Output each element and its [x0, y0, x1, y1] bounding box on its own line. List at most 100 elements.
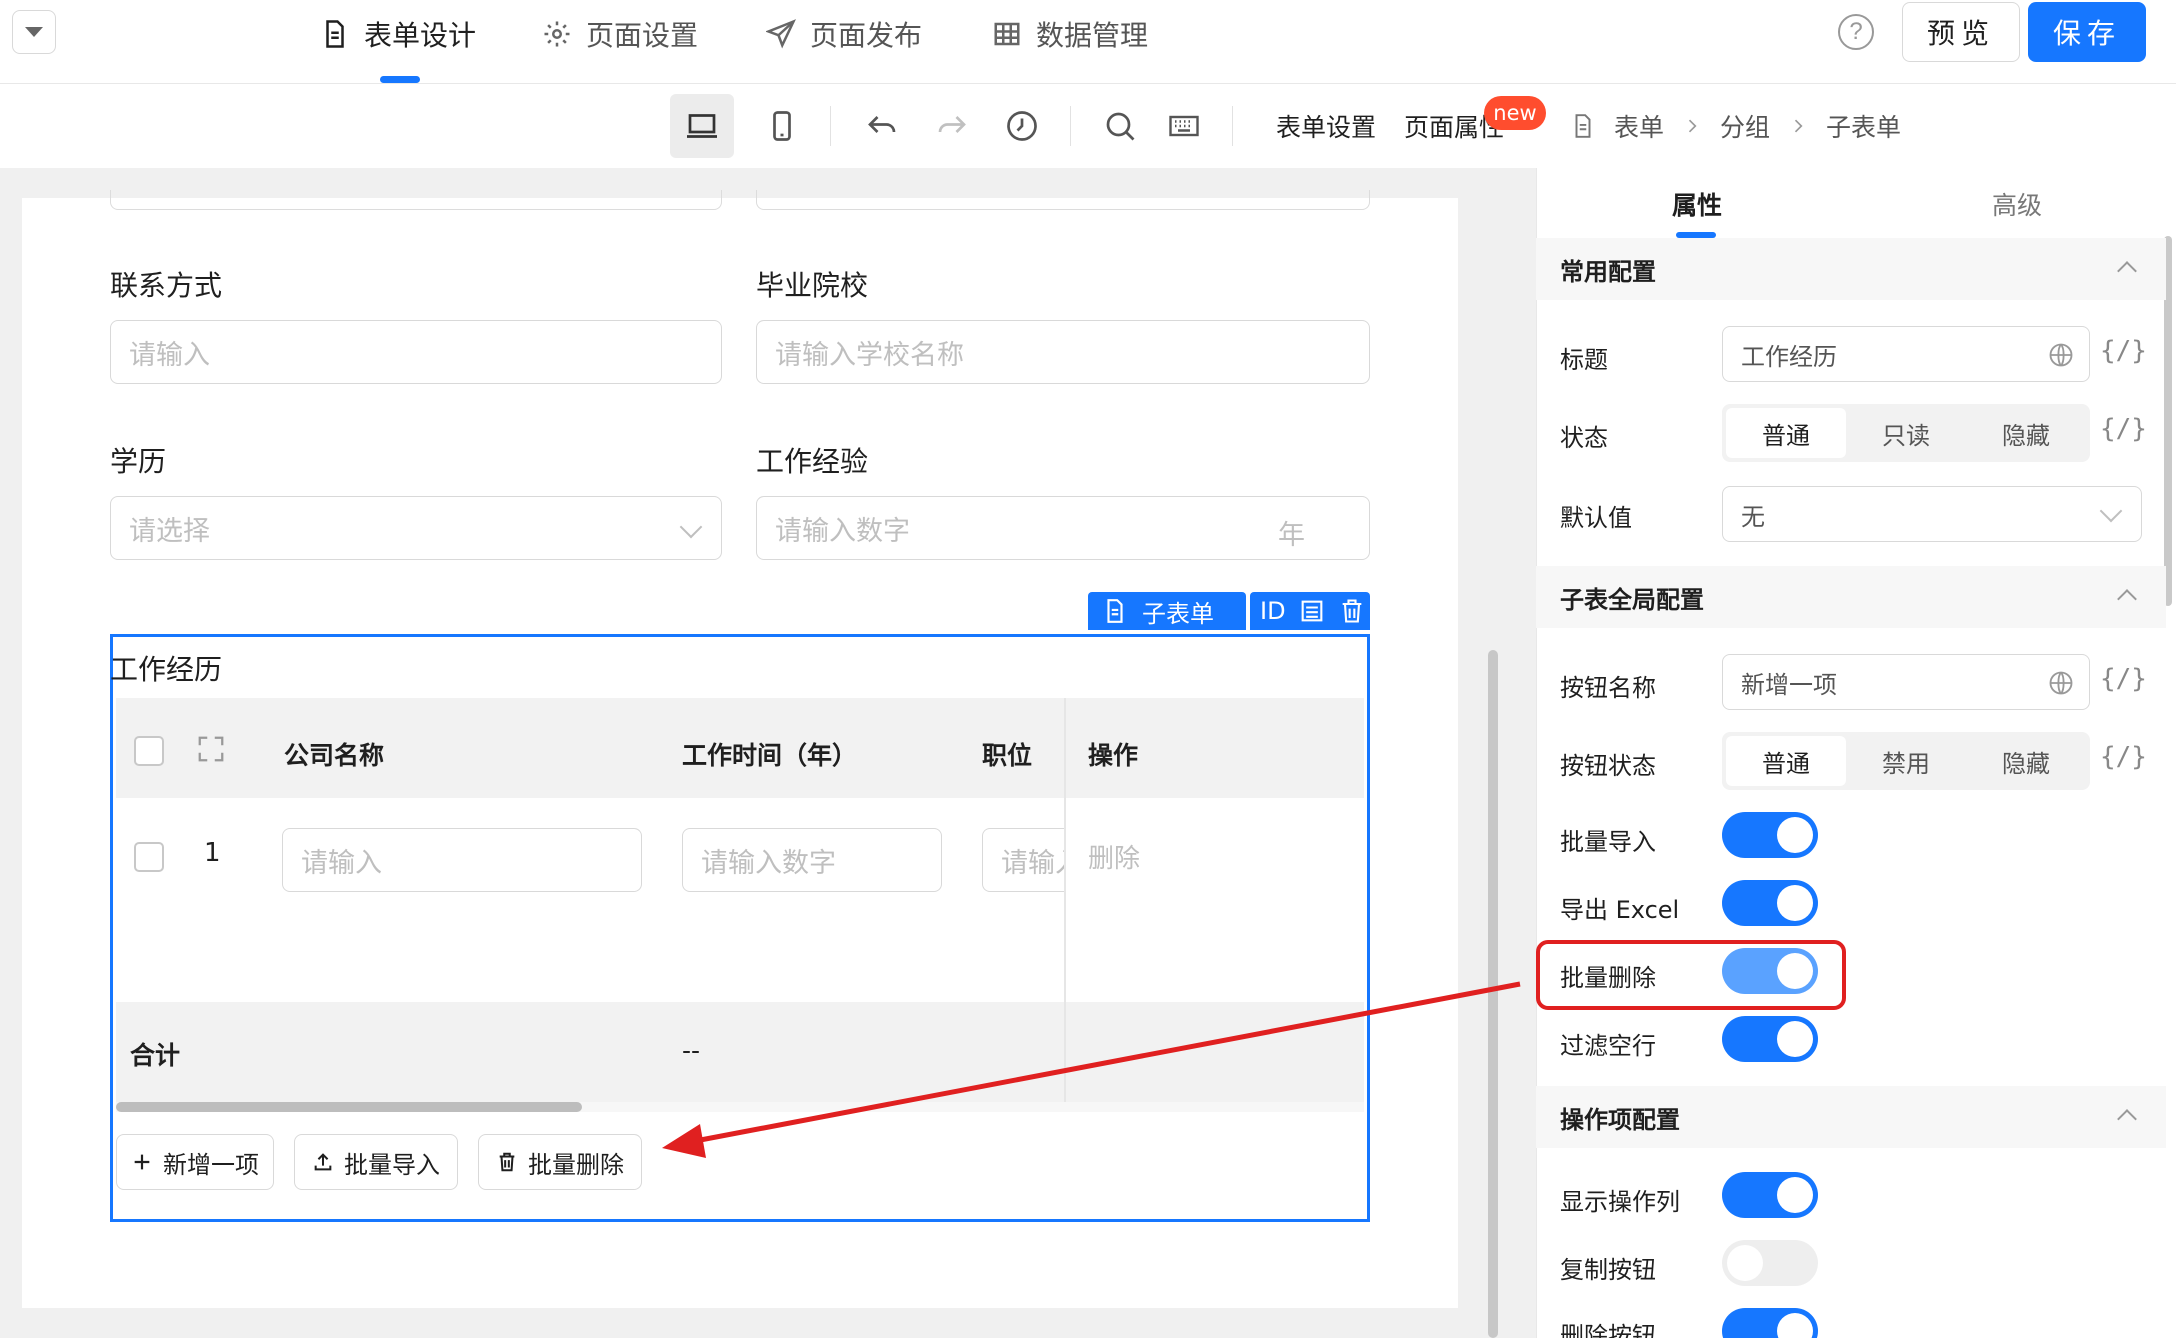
batch-import-label: 批量导入	[344, 1150, 440, 1179]
highlight-box	[1536, 940, 1846, 1010]
gear-icon	[544, 21, 570, 47]
breadcrumb-item-form[interactable]: 表单	[1614, 108, 1664, 144]
summary-label: 合计	[130, 1041, 181, 1070]
button-status-option-hidden[interactable]: 隐藏	[1966, 736, 2086, 786]
breadcrumb: 表单 分组 子表单	[1536, 84, 2176, 168]
code-expression-icon[interactable]: {/}	[2100, 742, 2147, 772]
batch-import-switch[interactable]	[1722, 812, 1818, 858]
tab-label: 页面设置	[586, 19, 699, 52]
row-delete-link[interactable]: 删除	[1088, 838, 1140, 875]
copy-button-switch[interactable]	[1722, 1240, 1818, 1286]
export-excel-switch[interactable]	[1722, 880, 1818, 926]
id-button[interactable]: ID	[1260, 597, 1286, 625]
add-row-label: 新增一项	[163, 1150, 259, 1179]
canvas-scrollbar[interactable]	[1488, 650, 1498, 1338]
status-option-normal[interactable]: 普通	[1726, 408, 1846, 458]
section-subtable-global-config[interactable]: 子表全局配置	[1536, 566, 2166, 628]
clipped-input	[110, 190, 722, 210]
trash-icon[interactable]	[1338, 597, 1366, 625]
document-icon	[1575, 114, 1591, 138]
active-tab-indicator	[380, 76, 420, 83]
tab-label: 数据管理	[1036, 19, 1149, 52]
switch-knob	[1777, 1021, 1813, 1057]
keyboard-button[interactable]	[1152, 94, 1216, 158]
section-action-config[interactable]: 操作项配置	[1536, 1086, 2166, 1148]
field-label-contact: 联系方式	[110, 269, 223, 302]
canvas-toolbar: 表单设置 页面属性	[0, 84, 1536, 168]
chevron-right-icon	[1688, 119, 1697, 133]
table-icon	[994, 22, 1020, 46]
education-select[interactable]: 请选择	[110, 496, 722, 560]
section-title: 常用配置	[1560, 257, 1656, 286]
prop-label-delete-button: 删除按钮	[1560, 1322, 1656, 1338]
caret-down-icon	[25, 27, 43, 37]
list-icon[interactable]	[1298, 597, 1326, 625]
redo-icon	[938, 116, 966, 133]
breadcrumb-item-group[interactable]: 分组	[1720, 108, 1770, 144]
filter-empty-rows-switch[interactable]	[1722, 1016, 1818, 1062]
delete-button-switch[interactable]	[1722, 1308, 1818, 1338]
title-input[interactable]: 工作经历	[1722, 326, 2090, 382]
field-label-school: 毕业院校	[756, 269, 869, 302]
code-expression-icon[interactable]: {/}	[2100, 414, 2147, 444]
select-placeholder: 请选择	[129, 515, 210, 547]
code-expression-icon[interactable]: {/}	[2100, 336, 2147, 366]
switch-knob	[1777, 1177, 1813, 1213]
show-action-column-switch[interactable]	[1722, 1172, 1818, 1218]
globe-icon[interactable]	[2047, 341, 2075, 369]
tab-advanced[interactable]: 高级	[1992, 186, 2042, 222]
batch-delete-button[interactable]: 批量删除	[478, 1134, 642, 1190]
status-option-readonly[interactable]: 只读	[1846, 408, 1966, 458]
position-cell-input[interactable]: 请输入	[982, 828, 1064, 892]
desktop-view-button[interactable]	[670, 94, 734, 158]
chevron-down-icon	[679, 515, 703, 539]
button-name-input[interactable]: 新增一项	[1722, 654, 2090, 710]
contact-input[interactable]: 请输入	[110, 320, 722, 384]
chevron-up-icon	[2117, 261, 2137, 281]
prop-label-filter-empty-rows: 过滤空行	[1560, 1032, 1656, 1060]
tab-form-design[interactable]: 表单设计	[320, 12, 476, 56]
company-cell-input[interactable]: 请输入	[282, 828, 642, 892]
section-title: 子表全局配置	[1560, 585, 1704, 614]
menu-dropdown-button[interactable]	[12, 10, 56, 54]
button-status-option-normal[interactable]: 普通	[1726, 736, 1846, 786]
history-button[interactable]	[990, 94, 1054, 158]
table-horizontal-scrollbar[interactable]	[116, 1102, 582, 1112]
title-value: 工作经历	[1741, 342, 1837, 371]
help-icon[interactable]: ?	[1838, 14, 1874, 50]
tab-page-publish[interactable]: 页面发布	[766, 12, 922, 56]
keyboard-icon	[1169, 115, 1199, 137]
subform-type-tag[interactable]: 子表单	[1088, 592, 1246, 630]
save-button[interactable]: 保存	[2028, 2, 2146, 62]
clock-icon	[1007, 111, 1037, 141]
section-common-config[interactable]: 常用配置	[1536, 238, 2166, 300]
select-all-checkbox[interactable]	[134, 736, 164, 766]
default-value-select[interactable]: 无	[1722, 486, 2142, 542]
globe-icon[interactable]	[2047, 669, 2075, 697]
toolbar-divider	[1232, 106, 1233, 146]
experience-input[interactable]: 请输入数字 年	[756, 496, 1370, 560]
button-name-value: 新增一项	[1741, 670, 1837, 699]
redo-button[interactable]	[920, 94, 984, 158]
subform-actions: ID	[1250, 592, 1370, 630]
tab-data-management[interactable]: 数据管理	[992, 12, 1148, 56]
switch-knob	[1777, 1313, 1813, 1338]
code-expression-icon[interactable]: {/}	[2100, 664, 2147, 694]
add-row-button[interactable]: 新增一项	[116, 1134, 274, 1190]
prop-label-status: 状态	[1560, 424, 1608, 452]
breadcrumb-item-subform[interactable]: 子表单	[1826, 108, 1901, 144]
status-option-hidden[interactable]: 隐藏	[1966, 408, 2086, 458]
mobile-view-button[interactable]	[750, 94, 814, 158]
tab-page-settings[interactable]: 页面设置	[542, 12, 698, 56]
tab-properties[interactable]: 属性	[1672, 186, 1722, 222]
form-settings-link[interactable]: 表单设置	[1276, 108, 1376, 144]
years-cell-input[interactable]: 请输入数字	[682, 828, 942, 892]
search-button[interactable]	[1088, 94, 1152, 158]
expand-icon[interactable]	[196, 734, 226, 764]
preview-button[interactable]: 预览	[1902, 2, 2020, 62]
batch-import-button[interactable]: 批量导入	[294, 1134, 458, 1190]
school-input[interactable]: 请输入学校名称	[756, 320, 1370, 384]
undo-button[interactable]	[850, 94, 914, 158]
row-checkbox[interactable]	[134, 842, 164, 872]
button-status-option-disabled[interactable]: 禁用	[1846, 736, 1966, 786]
